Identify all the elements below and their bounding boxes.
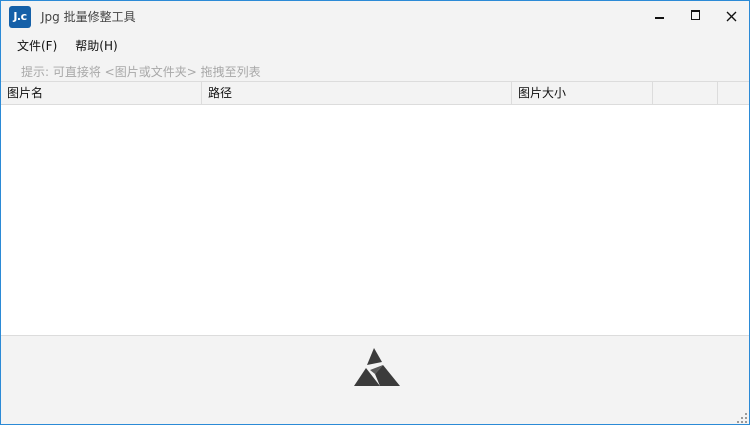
maximize-icon	[690, 10, 700, 20]
menu-file[interactable]: 文件(F)	[9, 37, 67, 55]
minimize-icon	[654, 17, 664, 19]
bottom-panel	[1, 335, 749, 424]
close-icon	[726, 11, 736, 21]
column-header-image-name[interactable]: 图片名	[1, 82, 202, 104]
column-header-image-size[interactable]: 图片大小	[512, 82, 653, 104]
window-title: Jpg 批量修整工具	[41, 10, 136, 24]
table-body[interactable]	[1, 105, 749, 336]
minimize-button[interactable]	[641, 1, 677, 31]
maximize-button[interactable]	[677, 1, 713, 31]
drag-hint: 提示: 可直接将 <图片或文件夹> 拖拽至列表	[21, 65, 261, 79]
column-header-filler	[718, 82, 749, 104]
close-button[interactable]	[713, 1, 749, 31]
menu-help[interactable]: 帮助(H)	[67, 37, 127, 55]
column-header-path[interactable]: 路径	[202, 82, 512, 104]
app-window: J.c Jpg 批量修整工具 文件(F) 帮助(H) 提示: 可直接将 <图片或…	[0, 0, 750, 425]
title-bar[interactable]: J.c Jpg 批量修整工具	[1, 1, 749, 33]
file-list-table[interactable]: 图片名 路径 图片大小	[1, 81, 749, 336]
column-header-extra[interactable]	[653, 82, 718, 104]
resize-grip-icon[interactable]	[736, 412, 748, 424]
triangle-logo-icon[interactable]	[354, 348, 400, 388]
app-icon: J.c	[9, 6, 31, 28]
table-header: 图片名 路径 图片大小	[1, 82, 749, 105]
menu-bar: 文件(F) 帮助(H)	[9, 37, 128, 55]
